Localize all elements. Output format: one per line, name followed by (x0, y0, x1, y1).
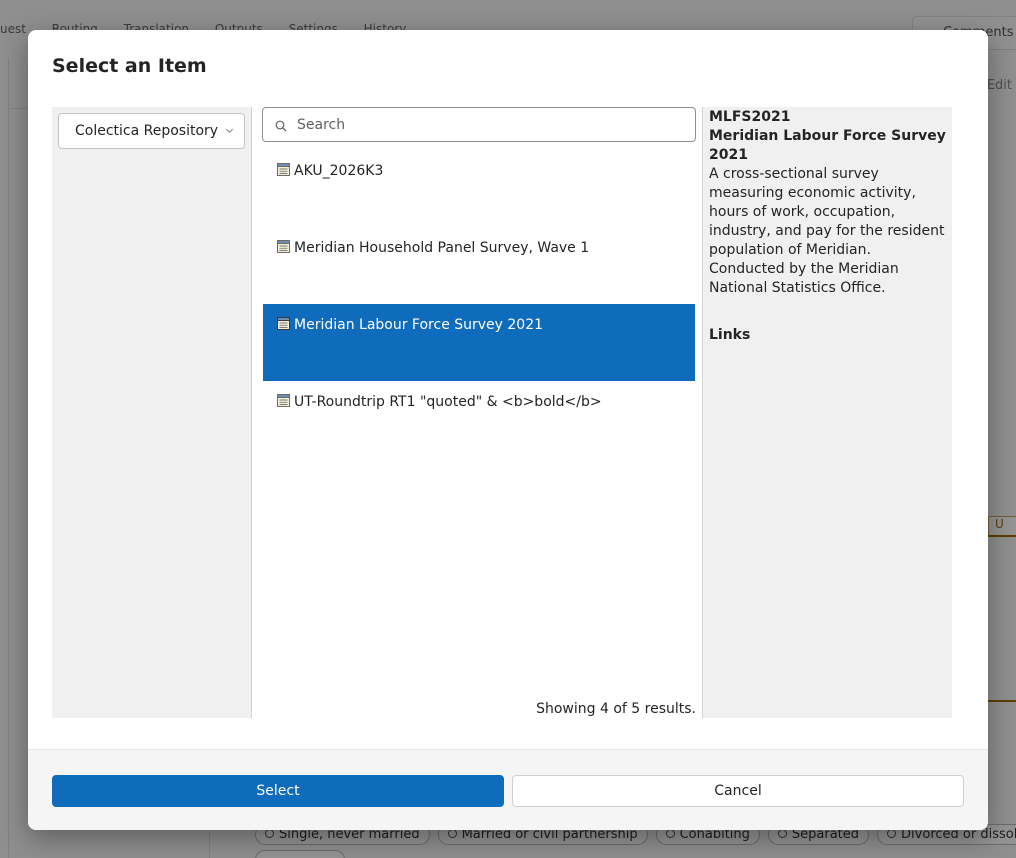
list-item[interactable]: UT-Roundtrip RT1 "quoted" & <b>bold</b> (263, 381, 695, 458)
study-icon (277, 394, 290, 407)
study-icon (277, 240, 290, 253)
list-item[interactable]: Meridian Household Panel Survey, Wave 1 (263, 227, 695, 304)
detail-panel: MLFS2021 Meridian Labour Force Survey 20… (702, 107, 952, 718)
dialog-footer: Select Cancel (28, 749, 988, 830)
cancel-button[interactable]: Cancel (512, 775, 964, 807)
repository-dropdown-value: Colectica Repository (75, 123, 219, 139)
search-icon (275, 120, 287, 132)
study-icon (277, 317, 290, 330)
repository-panel: Colectica Repository (52, 107, 252, 718)
results-panel: AKU_2026K3 Meridian Household Panel Surv… (252, 107, 702, 718)
dialog-title: Select an Item (52, 55, 207, 77)
select-item-dialog: Select an Item Colectica Repository Sear… (28, 30, 988, 830)
results-count: Showing 4 of 5 results. (536, 701, 696, 717)
results-list: AKU_2026K3 Meridian Household Panel Surv… (263, 150, 695, 458)
chevron-down-icon (225, 128, 234, 134)
repository-dropdown[interactable]: Colectica Repository (58, 113, 245, 149)
detail-name: Meridian Labour Force Survey 2021 (709, 128, 946, 163)
detail-links-heading: Links (709, 327, 751, 343)
list-item[interactable]: AKU_2026K3 (263, 150, 695, 227)
detail-description: A cross-sectional survey measuring econo… (709, 166, 945, 296)
search-input[interactable] (297, 113, 687, 137)
list-item-selected[interactable]: Meridian Labour Force Survey 2021 (263, 304, 695, 381)
list-item-label: Meridian Labour Force Survey 2021 (294, 317, 544, 333)
study-icon (277, 163, 290, 176)
list-item-label: Meridian Household Panel Survey, Wave 1 (294, 240, 590, 256)
dialog-body: Colectica Repository Search AKU_2026K3 M… (52, 107, 952, 718)
search-box (262, 107, 696, 142)
list-item-label: AKU_2026K3 (294, 163, 384, 179)
list-item-label: UT-Roundtrip RT1 "quoted" & <b>bold</b> (294, 394, 602, 410)
detail-id: MLFS2021 (709, 109, 791, 125)
select-button[interactable]: Select (52, 775, 504, 807)
